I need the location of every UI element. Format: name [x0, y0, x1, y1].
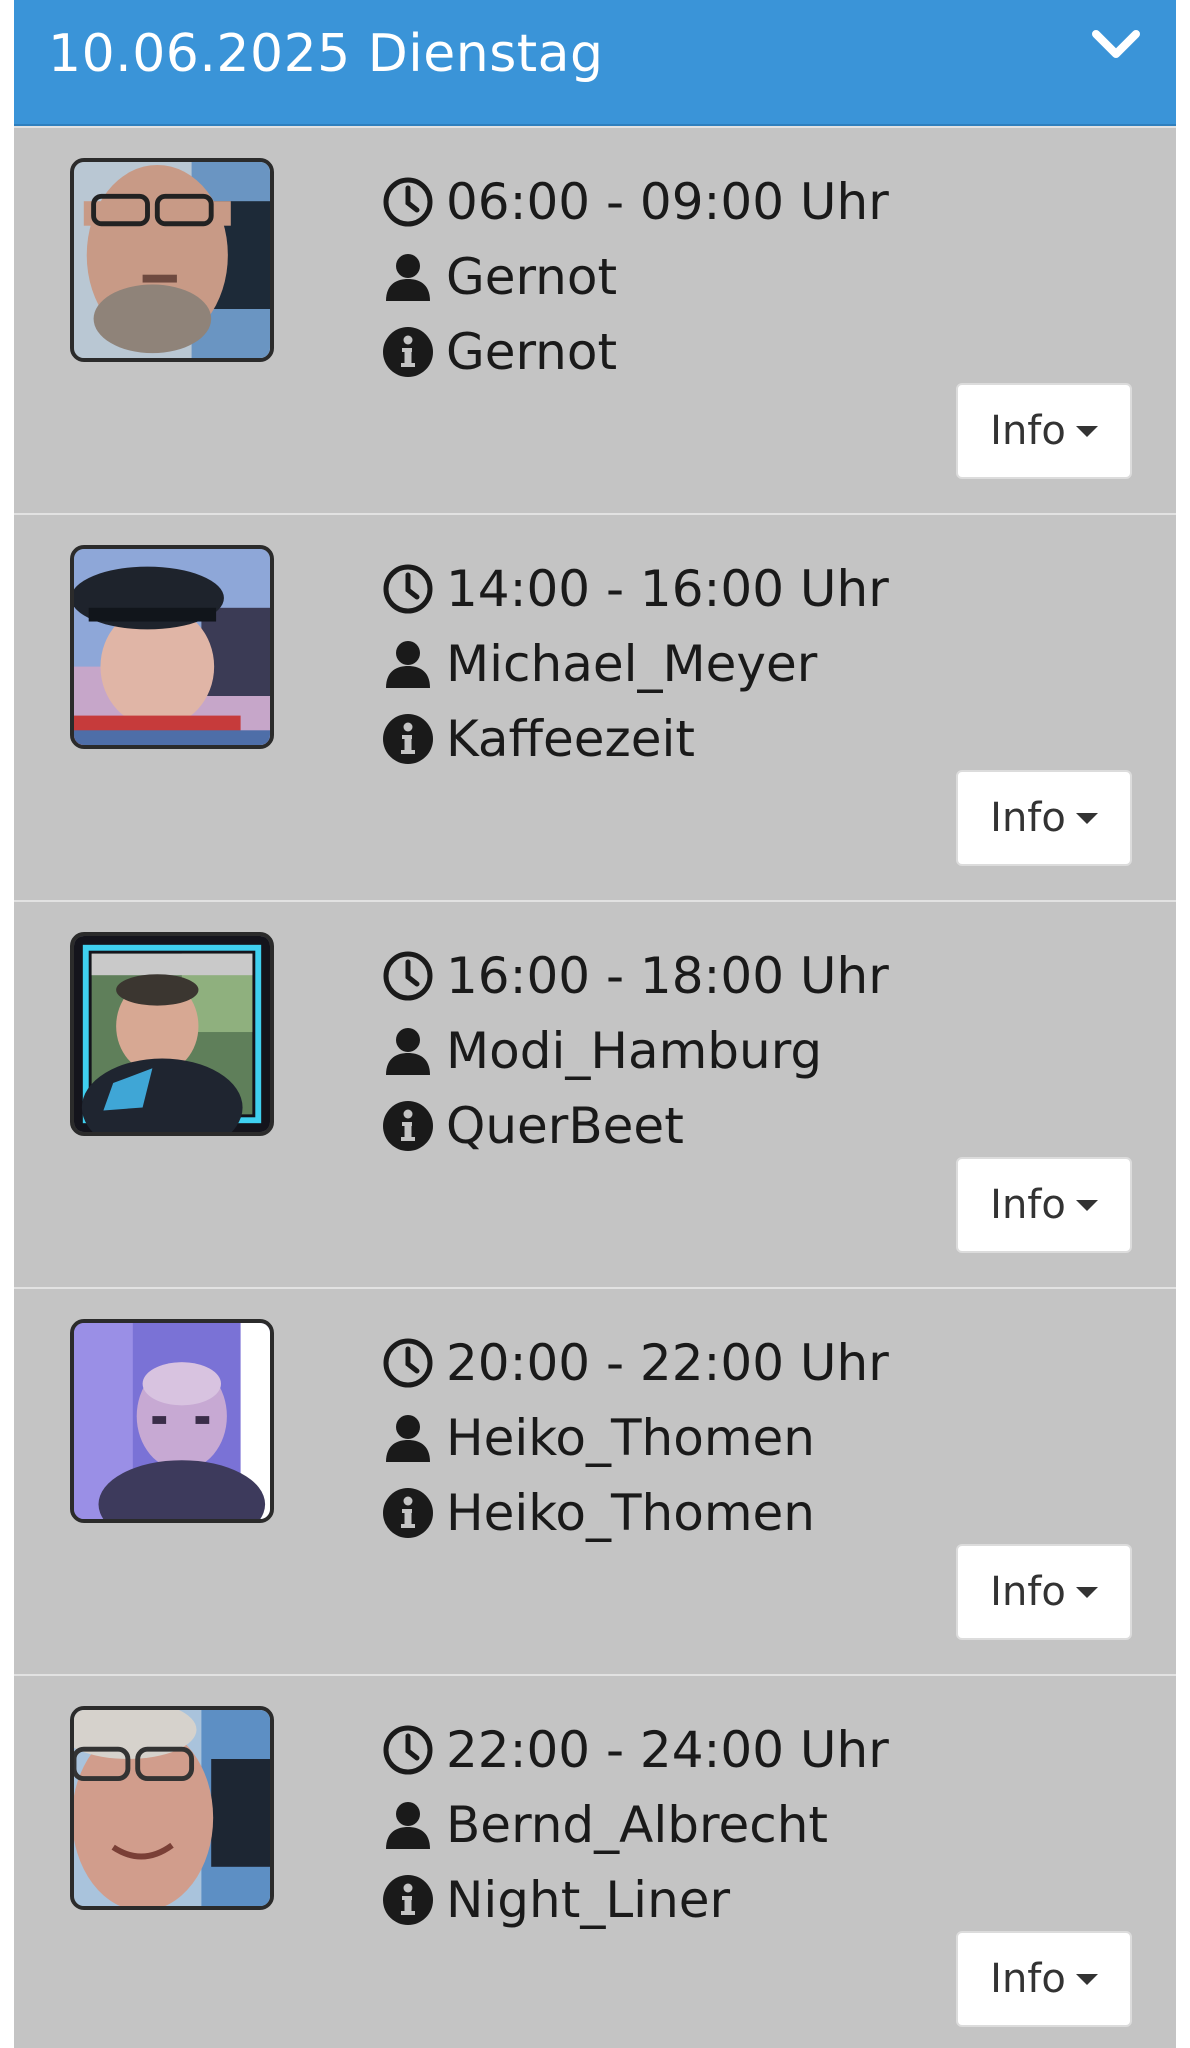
- time-text: 20:00 - 22:00 Uhr: [446, 1334, 889, 1392]
- info-circle-icon: [382, 713, 434, 765]
- show-row: QuerBeet: [382, 1092, 684, 1160]
- time-row: 16:00 - 18:00 Uhr: [382, 942, 889, 1010]
- show-row: Gernot: [382, 318, 617, 386]
- time-row: 06:00 - 09:00 Uhr: [382, 168, 889, 236]
- show-slot: 22:00 - 24:00 Uhr Bernd_Albrecht Night_L…: [14, 1674, 1176, 2048]
- day-title: 10.06.2025 Dienstag: [48, 24, 604, 84]
- host-row: Bernd_Albrecht: [382, 1791, 828, 1859]
- time-text: 22:00 - 24:00 Uhr: [446, 1721, 889, 1779]
- host-row: Modi_Hamburg: [382, 1017, 822, 1085]
- show-slot: 16:00 - 18:00 Uhr Modi_Hamburg QuerBeet …: [14, 900, 1176, 1287]
- user-icon: [382, 1799, 434, 1851]
- host-row: Michael_Meyer: [382, 630, 817, 698]
- info-dropdown-button[interactable]: Info: [956, 383, 1132, 479]
- schedule-page: 10.06.2025 Dienstag 06:00 - 09:00 Uhr Ge…: [14, 0, 1176, 2048]
- show-slot: 14:00 - 16:00 Uhr Michael_Meyer Kaffeeze…: [14, 513, 1176, 900]
- info-button-label: Info: [990, 1569, 1066, 1615]
- host-avatar: [70, 932, 274, 1136]
- clock-icon: [382, 1724, 434, 1776]
- day-header[interactable]: 10.06.2025 Dienstag: [14, 0, 1176, 126]
- time-text: 14:00 - 16:00 Uhr: [446, 560, 889, 618]
- host-name: Bernd_Albrecht: [446, 1796, 829, 1854]
- show-title: Night_Liner: [446, 1871, 731, 1929]
- info-dropdown-button[interactable]: Info: [956, 770, 1132, 866]
- host-row: Heiko_Thomen: [382, 1404, 815, 1472]
- info-circle-icon: [382, 1100, 434, 1152]
- host-name: Michael_Meyer: [446, 635, 818, 693]
- show-slot: 20:00 - 22:00 Uhr Heiko_Thomen Heiko_Tho…: [14, 1287, 1176, 1674]
- user-icon: [382, 638, 434, 690]
- clock-icon: [382, 563, 434, 615]
- time-row: 14:00 - 16:00 Uhr: [382, 555, 889, 623]
- info-circle-icon: [382, 1487, 434, 1539]
- clock-icon: [382, 950, 434, 1002]
- host-avatar: [70, 1706, 274, 1910]
- host-name: Heiko_Thomen: [446, 1409, 815, 1467]
- host-name: Modi_Hamburg: [446, 1022, 823, 1080]
- caret-down-icon: [1075, 812, 1098, 824]
- time-row: 22:00 - 24:00 Uhr: [382, 1716, 889, 1784]
- caret-down-icon: [1075, 1973, 1098, 1985]
- show-slot: 06:00 - 09:00 Uhr Gernot Gernot Info: [14, 126, 1176, 513]
- show-title: Kaffeezeit: [446, 710, 696, 768]
- host-avatar: [70, 545, 274, 749]
- info-dropdown-button[interactable]: Info: [956, 1157, 1132, 1253]
- show-row: Heiko_Thomen: [382, 1479, 815, 1547]
- info-button-label: Info: [990, 795, 1066, 841]
- show-title: QuerBeet: [446, 1097, 684, 1155]
- info-button-label: Info: [990, 1956, 1066, 2002]
- chevron-down-icon[interactable]: [1086, 14, 1146, 74]
- clock-icon: [382, 176, 434, 228]
- host-row: Gernot: [382, 243, 617, 311]
- host-avatar: [70, 158, 274, 362]
- host-avatar: [70, 1319, 274, 1523]
- user-icon: [382, 251, 434, 303]
- info-circle-icon: [382, 326, 434, 378]
- time-row: 20:00 - 22:00 Uhr: [382, 1329, 889, 1397]
- info-button-label: Info: [990, 408, 1066, 454]
- caret-down-icon: [1075, 1586, 1098, 1598]
- host-name: Gernot: [446, 248, 618, 306]
- time-text: 16:00 - 18:00 Uhr: [446, 947, 889, 1005]
- caret-down-icon: [1075, 425, 1098, 437]
- info-dropdown-button[interactable]: Info: [956, 1544, 1132, 1640]
- caret-down-icon: [1075, 1199, 1098, 1211]
- show-row: Kaffeezeit: [382, 705, 695, 773]
- info-dropdown-button[interactable]: Info: [956, 1931, 1132, 2027]
- info-button-label: Info: [990, 1182, 1066, 1228]
- time-text: 06:00 - 09:00 Uhr: [446, 173, 889, 231]
- info-circle-icon: [382, 1874, 434, 1926]
- clock-icon: [382, 1337, 434, 1389]
- show-title: Gernot: [446, 323, 618, 381]
- user-icon: [382, 1412, 434, 1464]
- user-icon: [382, 1025, 434, 1077]
- show-row: Night_Liner: [382, 1866, 730, 1934]
- show-title: Heiko_Thomen: [446, 1484, 815, 1542]
